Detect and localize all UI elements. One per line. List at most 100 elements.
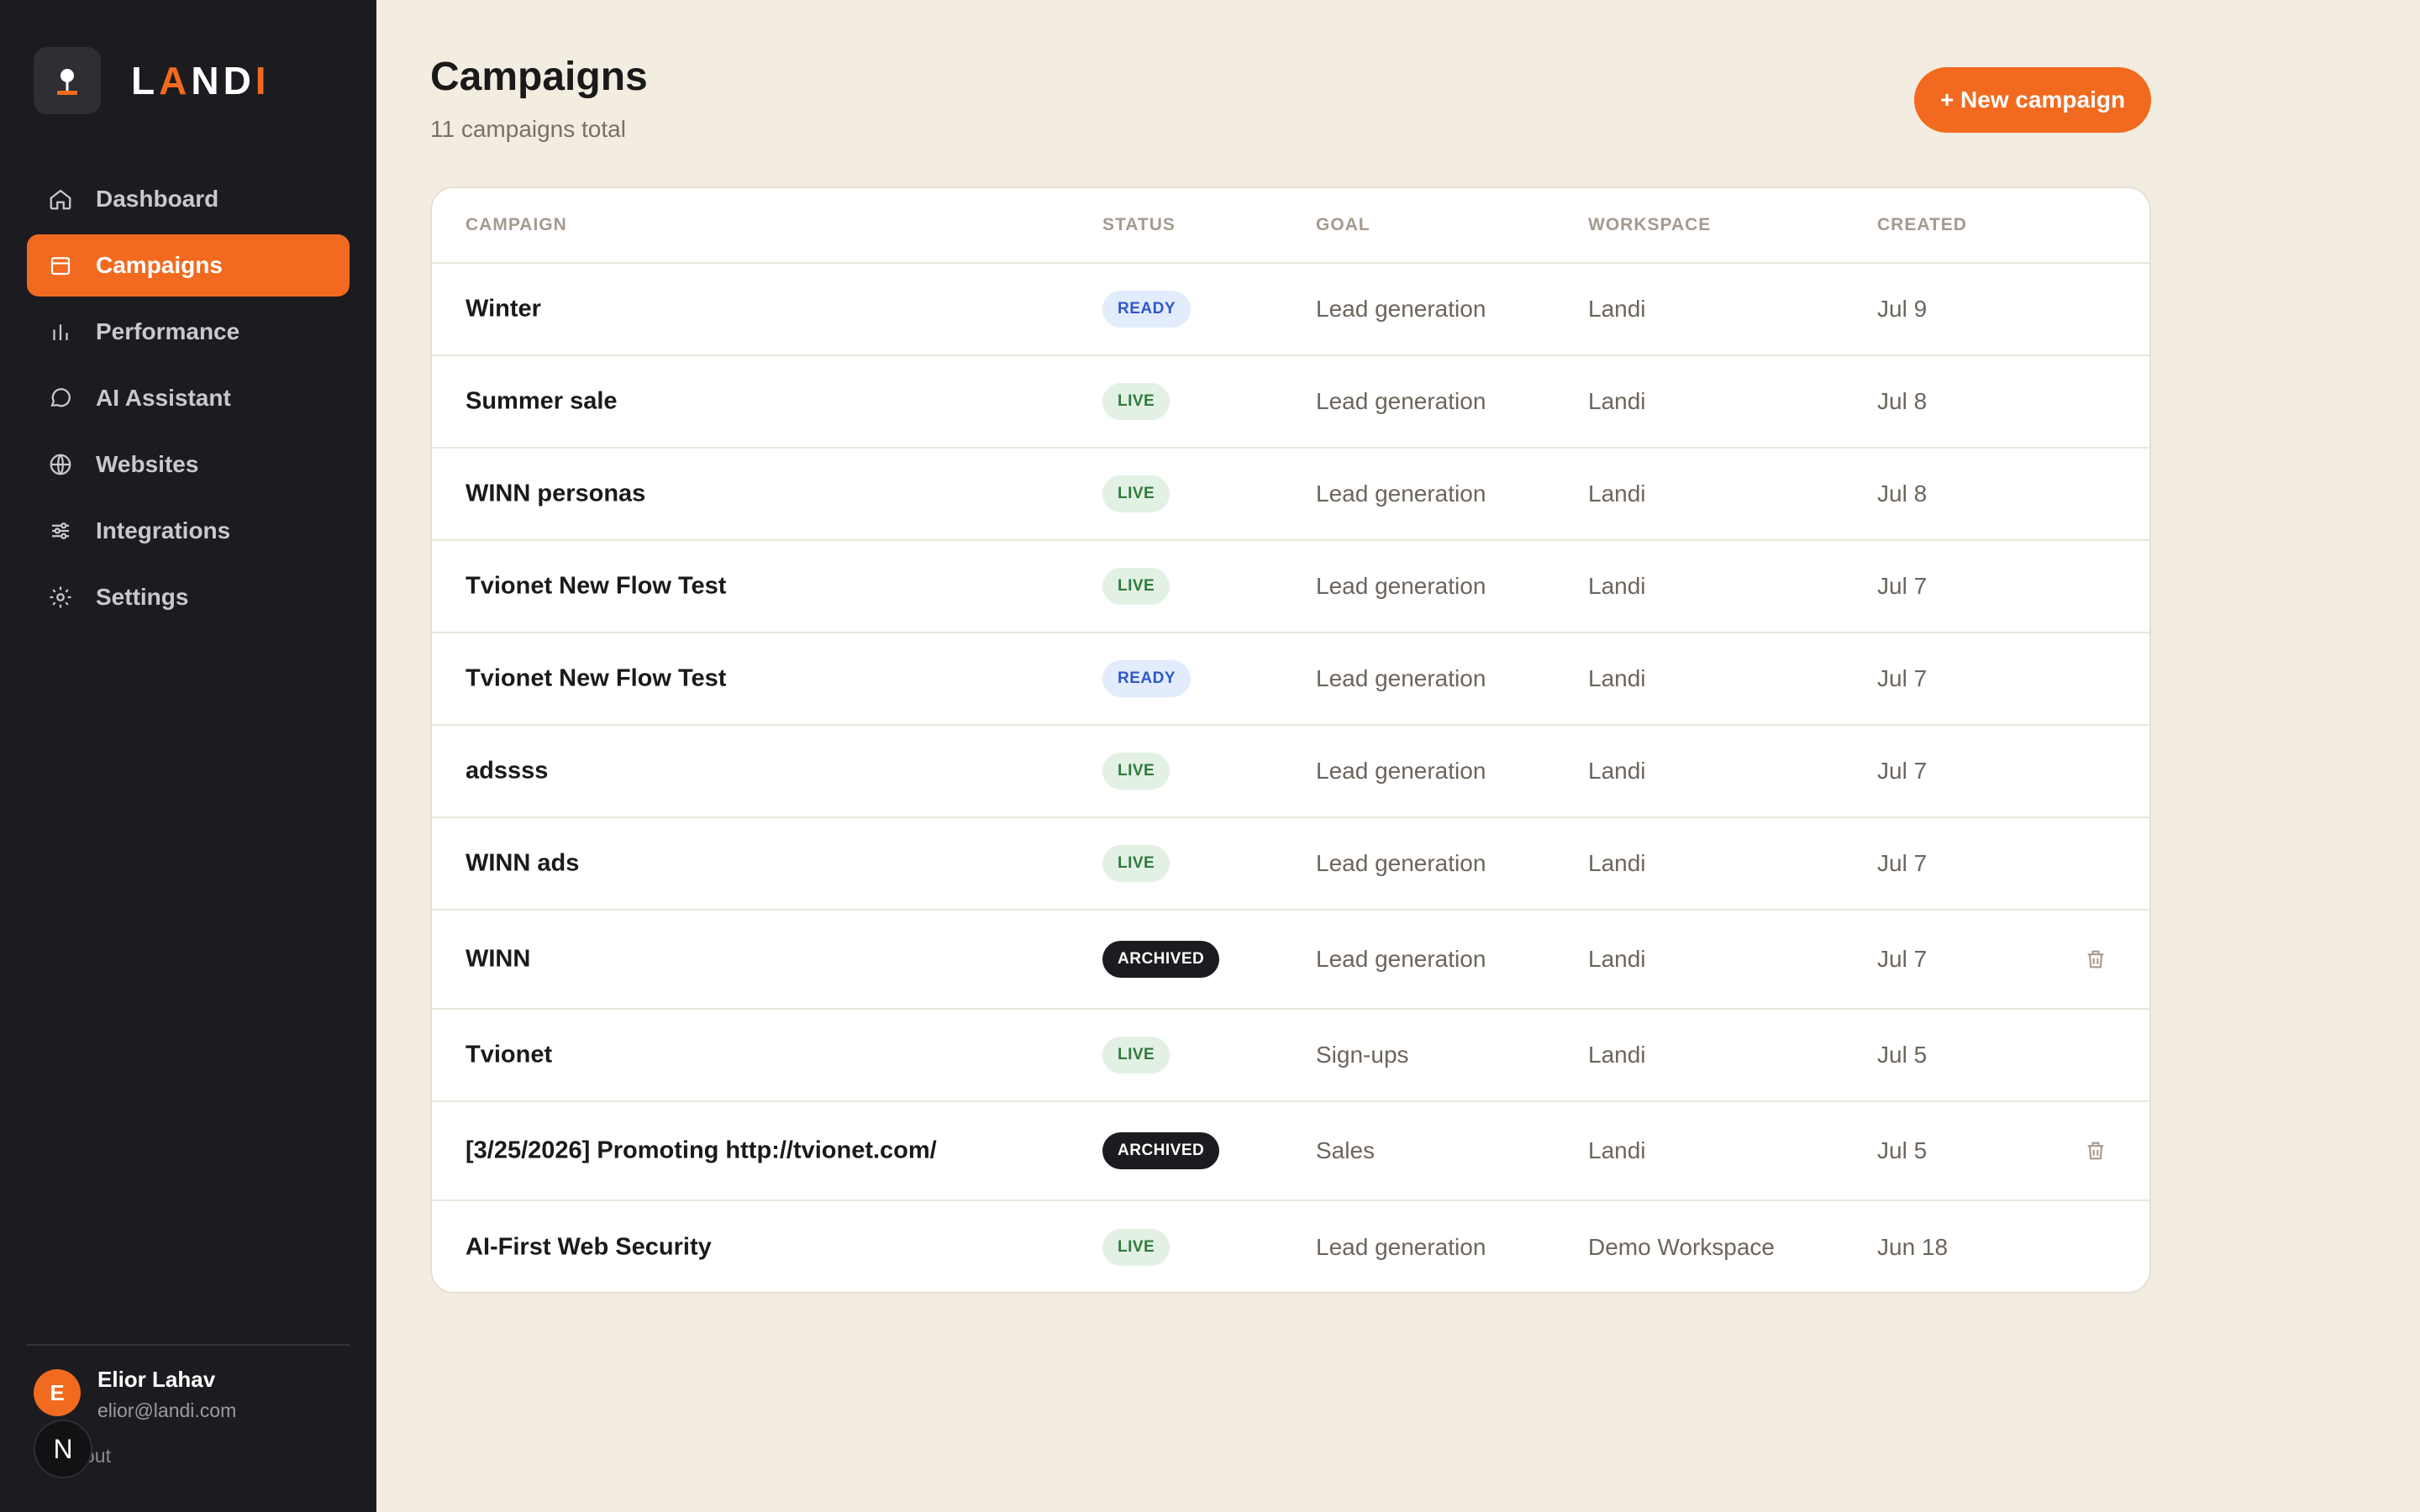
created-cell: Jul 8 xyxy=(1877,480,1928,507)
globe-icon xyxy=(47,451,74,478)
goal-cell: Lead generation xyxy=(1316,388,1486,414)
campaign-name[interactable]: WINN xyxy=(466,946,530,974)
brand-wordmark[interactable]: LANDI xyxy=(131,55,271,106)
created-cell: Jun 18 xyxy=(1877,1234,1949,1260)
table-row[interactable]: Tvionet LIVE Sign-ups Landi Jul 5 xyxy=(432,1010,2149,1102)
table-row[interactable]: AI-First Web Security LIVE Lead generation… xyxy=(432,1201,2149,1292)
goal-cell: Lead generation xyxy=(1316,850,1486,876)
column-header-created: CREATED xyxy=(1877,215,1967,234)
goal-cell: Lead generation xyxy=(1316,480,1486,507)
column-header-status: STATUS xyxy=(1102,215,1176,234)
campaign-name[interactable]: [3/25/2026] Promoting http://tvionet.com… xyxy=(466,1137,937,1165)
goal-cell: Sign-ups xyxy=(1316,1042,1409,1068)
table-row[interactable]: WINN ads LIVE Lead generation Landi Jul 7 xyxy=(432,818,2149,911)
page-subtitle: 11 campaigns total xyxy=(430,116,626,142)
campaign-name[interactable]: adssss xyxy=(466,758,548,785)
status-badge: LIVE xyxy=(1102,1229,1171,1266)
campaign-name[interactable]: Summer sale xyxy=(466,388,618,416)
logo-mark[interactable] xyxy=(34,47,101,114)
sidebar-item-label: Settings xyxy=(96,584,189,610)
table-header: CAMPAIGN STATUS GOAL WORKSPACE CREATED xyxy=(432,188,2149,264)
status-badge: READY xyxy=(1102,660,1192,697)
sidebar-item-performance[interactable]: Performance xyxy=(27,301,350,363)
goal-cell: Lead generation xyxy=(1316,1234,1486,1260)
workspace-cell: Landi xyxy=(1588,388,1646,414)
chat-bubble-icon xyxy=(47,385,74,412)
table-row[interactable]: adssss LIVE Lead generation Landi Jul 7 xyxy=(432,726,2149,818)
created-cell: Jul 9 xyxy=(1877,296,1928,322)
campaign-name[interactable]: WINN ads xyxy=(466,850,579,878)
user-email: elior@landi.com xyxy=(97,1399,237,1421)
table-row[interactable]: [3/25/2026] Promoting http://tvionet.com… xyxy=(432,1102,2149,1201)
goal-cell: Lead generation xyxy=(1316,665,1486,691)
sidebar-item-ai-assistant[interactable]: AI Assistant xyxy=(27,367,350,429)
created-cell: Jul 5 xyxy=(1877,1137,1928,1163)
status-badge: READY xyxy=(1102,291,1192,328)
goal-cell: Lead generation xyxy=(1316,758,1486,784)
column-header-workspace: WORKSPACE xyxy=(1588,215,1712,234)
status-cell: ARCHIVED xyxy=(1102,1132,1220,1169)
bar-chart-icon xyxy=(47,318,74,345)
created-cell: Jul 7 xyxy=(1877,758,1928,784)
workspace-cell: Landi xyxy=(1588,946,1646,972)
table-row[interactable]: WINN personas LIVE Lead generation Landi Jul… xyxy=(432,449,2149,541)
campaign-name[interactable]: Tvionet New Flow Test xyxy=(466,665,726,693)
delete-button[interactable] xyxy=(2079,1134,2112,1168)
status-cell: READY xyxy=(1102,660,1192,697)
sidebar-item-label: Campaigns xyxy=(96,252,223,278)
status-cell: LIVE xyxy=(1102,1229,1171,1266)
campaign-name[interactable]: WINN personas xyxy=(466,480,645,508)
status-badge: ARCHIVED xyxy=(1102,1132,1220,1169)
sidebar-item-label: Dashboard xyxy=(96,186,219,212)
table-row[interactable]: Tvionet New Flow Test READY Lead generatio… xyxy=(432,633,2149,726)
status-cell: LIVE xyxy=(1102,568,1171,605)
campaign-name[interactable]: AI-First Web Security xyxy=(466,1234,712,1262)
trash-icon xyxy=(2087,950,2104,969)
sidebar-item-settings[interactable]: Settings xyxy=(27,566,350,628)
table-row[interactable]: Summer sale LIVE Lead generation Landi Jul 8 xyxy=(432,356,2149,449)
sidebar-item-dashboard[interactable]: Dashboard xyxy=(27,168,350,230)
status-badge: LIVE xyxy=(1102,383,1171,420)
workspace-cell: Demo Workspace xyxy=(1588,1234,1776,1260)
created-cell: Jul 7 xyxy=(1877,946,1928,972)
sidebar: LANDI Dashboard Campaigns Performance AI… xyxy=(0,0,376,1512)
delete-button[interactable] xyxy=(2079,942,2112,976)
status-cell: LIVE xyxy=(1102,1037,1171,1074)
campaigns-table: CAMPAIGN STATUS GOAL WORKSPACE CREATED W… xyxy=(430,186,2151,1294)
status-cell: ARCHIVED xyxy=(1102,941,1220,978)
status-badge: ARCHIVED xyxy=(1102,941,1220,978)
created-cell: Jul 7 xyxy=(1877,850,1928,876)
new-campaign-button[interactable]: + New campaign xyxy=(1914,67,2151,133)
sidebar-item-integrations[interactable]: Integrations xyxy=(27,500,350,562)
workspace-cell: Landi xyxy=(1588,758,1646,784)
sidebar-nav: Dashboard Campaigns Performance AI Assis… xyxy=(27,168,350,633)
goal-cell: Lead generation xyxy=(1316,573,1486,599)
table-row[interactable]: Tvionet New Flow Test LIVE Lead generation… xyxy=(432,541,2149,633)
sidebar-divider xyxy=(27,1344,350,1346)
goal-cell: Lead generation xyxy=(1316,946,1486,972)
status-cell: LIVE xyxy=(1102,383,1171,420)
workspace-cell: Landi xyxy=(1588,296,1646,322)
dev-tools-badge[interactable]: N xyxy=(34,1420,92,1478)
page-title: Campaigns xyxy=(430,55,648,99)
campaign-name[interactable]: Tvionet New Flow Test xyxy=(466,573,726,601)
goal-cell: Sales xyxy=(1316,1137,1376,1163)
workspace-cell: Landi xyxy=(1588,573,1646,599)
avatar[interactable]: E xyxy=(34,1369,81,1416)
table-row[interactable]: Winter READY Lead generation Landi Jul 9 xyxy=(432,264,2149,356)
table-row[interactable]: WINN ARCHIVED Lead generation Landi Jul 7 xyxy=(432,911,2149,1010)
sidebar-item-label: Websites xyxy=(96,451,199,477)
sidebar-item-campaigns[interactable]: Campaigns xyxy=(27,234,350,297)
status-cell: READY xyxy=(1102,291,1192,328)
sidebar-item-label: Integrations xyxy=(96,517,231,543)
status-cell: LIVE xyxy=(1102,753,1171,790)
status-badge: LIVE xyxy=(1102,845,1171,882)
sidebar-item-websites[interactable]: Websites xyxy=(27,433,350,496)
workspace-cell: Landi xyxy=(1588,480,1646,507)
created-cell: Jul 5 xyxy=(1877,1042,1928,1068)
status-badge: LIVE xyxy=(1102,568,1171,605)
campaign-name[interactable]: Winter xyxy=(466,296,541,323)
campaign-name[interactable]: Tvionet xyxy=(466,1042,552,1069)
status-cell: LIVE xyxy=(1102,845,1171,882)
created-cell: Jul 7 xyxy=(1877,573,1928,599)
